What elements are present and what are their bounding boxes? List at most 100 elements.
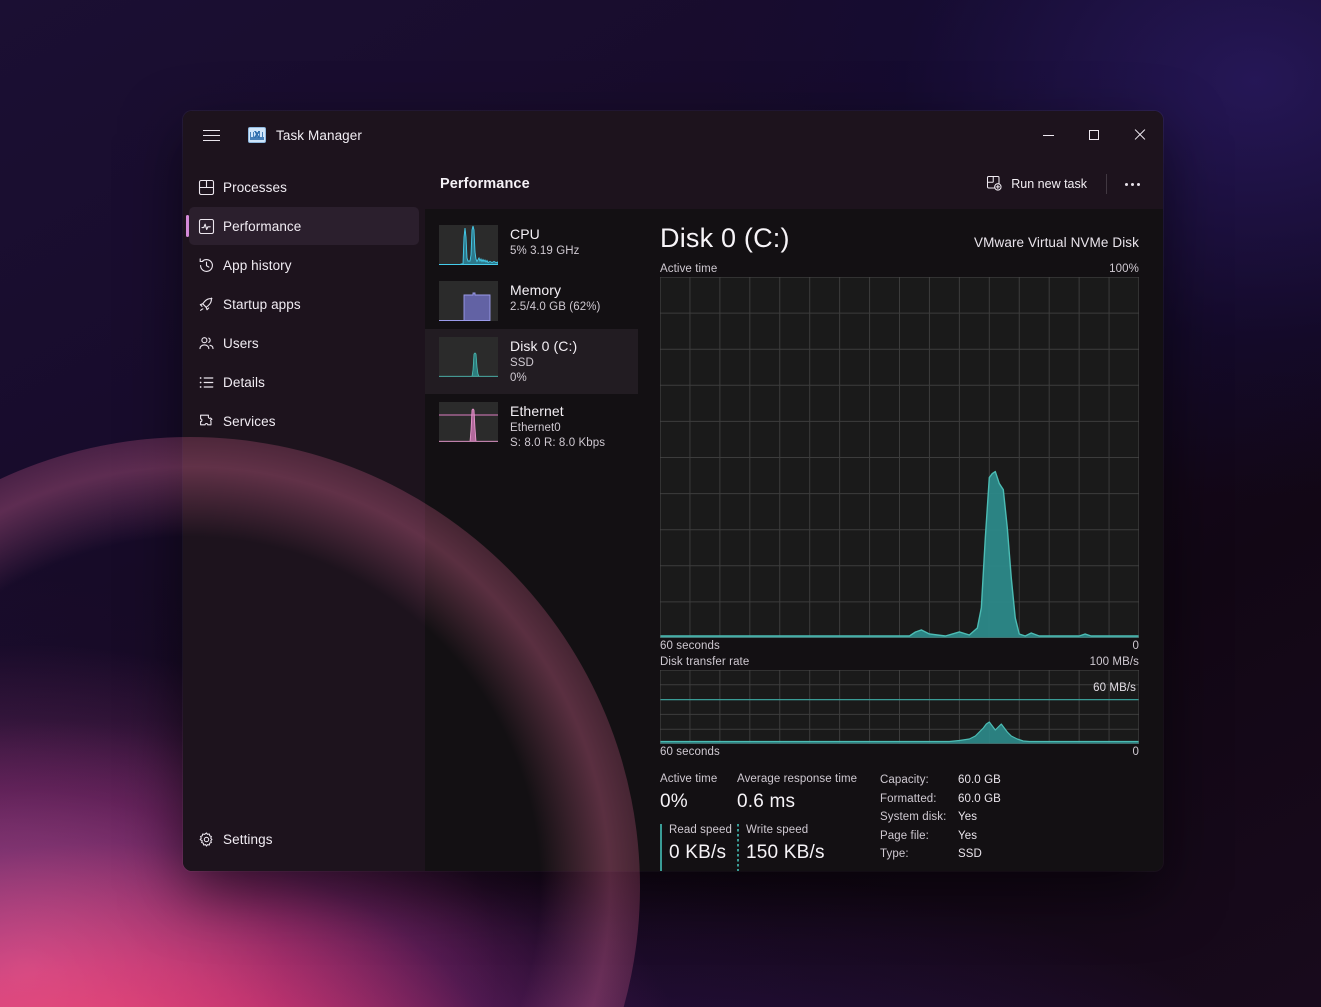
stat-read-speed: Read speed 0 KB/s	[660, 822, 737, 867]
stats-left-column: Active time 0% Average response time 0.6…	[660, 771, 872, 867]
resource-sub2: 0%	[510, 371, 577, 386]
resource-name: Memory	[510, 281, 600, 300]
stat-label: Average response time	[737, 771, 872, 788]
window-body: Processes Performance	[183, 159, 1163, 871]
minimize-button[interactable]	[1025, 111, 1071, 159]
window-controls	[1025, 111, 1163, 159]
ellipsis-icon	[1137, 183, 1140, 186]
disk-title: Disk 0 (C:)	[660, 223, 790, 254]
info-key: Page file:	[880, 827, 958, 846]
sidebar-item-label: App history	[223, 258, 292, 273]
transfer-rate-xlabel: 60 seconds	[660, 744, 720, 760]
sidebar-item-label: Settings	[223, 832, 273, 847]
sidebar: Processes Performance	[183, 159, 425, 871]
page-title: Performance	[440, 176, 530, 192]
performance-icon	[189, 218, 223, 235]
stat-response-time: Average response time 0.6 ms	[737, 771, 872, 816]
more-options-button[interactable]	[1115, 168, 1149, 200]
app-title: Task Manager	[276, 128, 362, 143]
active-time-footer: 60 seconds 0	[660, 638, 1139, 654]
resource-name: Disk 0 (C:)	[510, 337, 577, 356]
sidebar-item-label: Startup apps	[223, 297, 301, 312]
sidebar-item-startup-apps[interactable]: Startup apps	[189, 285, 419, 323]
task-manager-window: Task Manager	[183, 111, 1163, 871]
active-time-caption: Active time 100%	[660, 261, 1139, 277]
users-icon	[189, 335, 223, 352]
cpu-thumbnail-graph	[439, 225, 498, 265]
stat-value: 0%	[660, 788, 737, 816]
stat-value: 0 KB/s	[669, 839, 737, 867]
task-manager-app-icon	[248, 127, 266, 143]
info-value: 60.0 GB	[958, 771, 1001, 790]
run-new-task-label: Run new task	[1011, 177, 1087, 191]
close-button[interactable]	[1117, 111, 1163, 159]
sidebar-item-performance[interactable]: Performance	[189, 207, 419, 245]
sidebar-item-app-history[interactable]: App history	[189, 246, 419, 284]
active-time-max: 100%	[1109, 261, 1139, 277]
stat-label: Active time	[660, 771, 737, 788]
info-row: Type: SSD	[880, 845, 1139, 864]
resource-item-ethernet[interactable]: Ethernet Ethernet0 S: 8.0 R: 8.0 Kbps	[425, 394, 638, 459]
resource-item-memory[interactable]: Memory 2.5/4.0 GB (62%)	[425, 273, 638, 329]
sidebar-item-settings[interactable]: Settings	[189, 820, 419, 858]
resource-item-cpu[interactable]: CPU 5% 3.19 GHz	[425, 217, 638, 273]
resource-item-disk[interactable]: Disk 0 (C:) SSD 0%	[425, 329, 638, 394]
rocket-icon	[189, 296, 223, 313]
minimize-icon	[1043, 135, 1054, 136]
resource-sub2: S: 8.0 R: 8.0 Kbps	[510, 436, 605, 451]
stat-label: Read speed	[669, 822, 737, 839]
transfer-rate-chart-svg	[660, 670, 1139, 744]
resource-item-text: Disk 0 (C:) SSD 0%	[510, 337, 577, 386]
sidebar-item-label: Services	[223, 414, 276, 429]
run-new-task-button[interactable]: Run new task	[975, 168, 1098, 200]
sidebar-item-label: Users	[223, 336, 259, 351]
info-value: Yes	[958, 827, 977, 846]
stat-active-time: Active time 0%	[660, 771, 737, 816]
sidebar-item-users[interactable]: Users	[189, 324, 419, 362]
sidebar-footer: Settings	[183, 819, 425, 871]
content-main: CPU 5% 3.19 GHz Memory	[425, 209, 1163, 871]
maximize-icon	[1089, 130, 1099, 140]
disk-statistics: Active time 0% Average response time 0.6…	[660, 771, 1139, 867]
active-time-label: Active time	[660, 261, 717, 277]
sidebar-item-label: Details	[223, 375, 265, 390]
sidebar-item-services[interactable]: Services	[189, 402, 419, 440]
write-speed-color-bar	[737, 824, 739, 871]
maximize-button[interactable]	[1071, 111, 1117, 159]
resource-sub1: SSD	[510, 356, 577, 371]
resource-item-text: Ethernet Ethernet0 S: 8.0 R: 8.0 Kbps	[510, 402, 605, 451]
transfer-rate-chart: 60 MB/s	[660, 670, 1139, 744]
hamburger-icon[interactable]	[189, 117, 233, 153]
info-key: System disk:	[880, 808, 958, 827]
sidebar-item-details[interactable]: Details	[189, 363, 419, 401]
stat-value: 150 KB/s	[746, 839, 872, 867]
gear-icon	[189, 831, 223, 848]
info-row: Page file: Yes	[880, 827, 1139, 846]
transfer-rate-max: 100 MB/s	[1090, 654, 1139, 670]
memory-thumbnail-graph	[439, 281, 498, 321]
info-value: SSD	[958, 845, 982, 864]
resource-sub1: Ethernet0	[510, 421, 605, 436]
info-row: Formatted: 60.0 GB	[880, 790, 1139, 809]
list-icon	[189, 374, 223, 391]
services-icon	[189, 413, 223, 430]
desktop-wallpaper: Task Manager	[0, 0, 1321, 1007]
close-icon	[1134, 129, 1146, 141]
info-value: 60.0 GB	[958, 790, 1001, 809]
disk-detail-pane: Disk 0 (C:) VMware Virtual NVMe Disk Act…	[638, 209, 1163, 871]
window-titlebar: Task Manager	[183, 111, 1163, 159]
detail-header: Disk 0 (C:) VMware Virtual NVMe Disk	[660, 223, 1139, 254]
resource-item-text: Memory 2.5/4.0 GB (62%)	[510, 281, 600, 315]
active-time-xlabel: 60 seconds	[660, 638, 720, 654]
disk-info-table: Capacity: 60.0 GB Formatted: 60.0 GB Sys…	[872, 771, 1139, 864]
info-key: Formatted:	[880, 790, 958, 809]
transfer-rate-xmin: 0	[1133, 744, 1140, 760]
active-time-chart	[660, 277, 1139, 638]
header-divider	[1106, 174, 1107, 194]
resource-list: CPU 5% 3.19 GHz Memory	[425, 209, 638, 871]
processes-icon	[189, 179, 223, 196]
new-task-icon	[986, 175, 1002, 194]
stat-label: Write speed	[746, 822, 872, 839]
info-value: Yes	[958, 808, 977, 827]
sidebar-item-processes[interactable]: Processes	[189, 168, 419, 206]
